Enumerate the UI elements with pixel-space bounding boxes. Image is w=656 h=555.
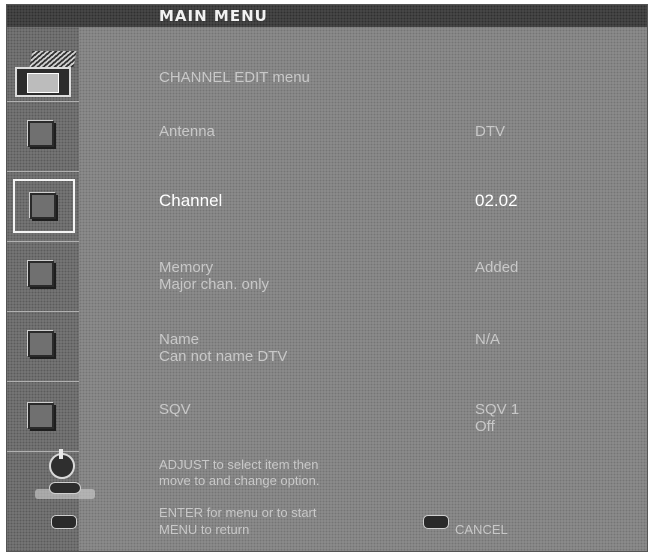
memory-label[interactable]: Memory (159, 259, 213, 276)
menu-hint: MENU to return (159, 522, 250, 537)
sidebar-divider (7, 171, 79, 172)
menu-button-icon (51, 515, 77, 529)
adjust-knob-icon (49, 449, 75, 479)
sqv-value-secondary: Off (475, 418, 495, 435)
memory-tab-icon (28, 261, 54, 287)
antenna-value: DTV (475, 123, 505, 140)
tab-name[interactable] (13, 319, 75, 373)
tab-sqv[interactable] (13, 391, 75, 445)
sidebar-divider (7, 241, 79, 242)
sqv-tab-icon (28, 403, 54, 429)
sidebar-divider (7, 451, 79, 452)
antenna-tab-icon (28, 121, 54, 147)
stripes-decoration (29, 51, 77, 67)
enter-hint: ENTER for menu or to start (159, 505, 317, 520)
channel-value: 02.02 (475, 191, 518, 210)
sidebar-divider (7, 311, 79, 312)
enter-button-icon (49, 482, 81, 494)
sqv-value: SQV 1 (475, 401, 520, 418)
cancel-hint[interactable]: CANCEL (455, 522, 508, 537)
sqv-label[interactable]: SQV (159, 401, 191, 418)
menu-header: CHANNEL EDIT menu (159, 69, 310, 86)
adjust-hint-line2: move to and change option. (159, 473, 320, 488)
title-bar: MAIN MENU (7, 5, 647, 27)
memory-sublabel: Major chan. only (159, 276, 270, 293)
adjust-hint-line1: ADJUST to select item then (159, 457, 319, 472)
name-tab-icon (28, 331, 54, 357)
cancel-button-icon (423, 515, 449, 529)
tab-memory[interactable] (13, 249, 75, 303)
channel-edit-tab-icon (27, 73, 59, 93)
name-value: N/A (475, 331, 501, 348)
tab-channel[interactable] (13, 179, 75, 233)
channel-tab-icon (30, 193, 56, 219)
menu-title: MAIN MENU (159, 7, 268, 25)
antenna-label[interactable]: Antenna (159, 123, 215, 140)
channel-label[interactable]: Channel (159, 191, 222, 211)
tab-channel-edit[interactable] (15, 67, 71, 97)
tv-menu-screen: MAIN MENU CHANNEL EDIT menu Antenna DTV … (6, 4, 648, 552)
name-label[interactable]: Name (159, 331, 199, 348)
sidebar-divider (7, 101, 79, 102)
tab-antenna[interactable] (13, 109, 75, 163)
name-sublabel: Can not name DTV (159, 348, 288, 365)
sidebar-divider (7, 381, 79, 382)
memory-value: Added (475, 259, 519, 276)
